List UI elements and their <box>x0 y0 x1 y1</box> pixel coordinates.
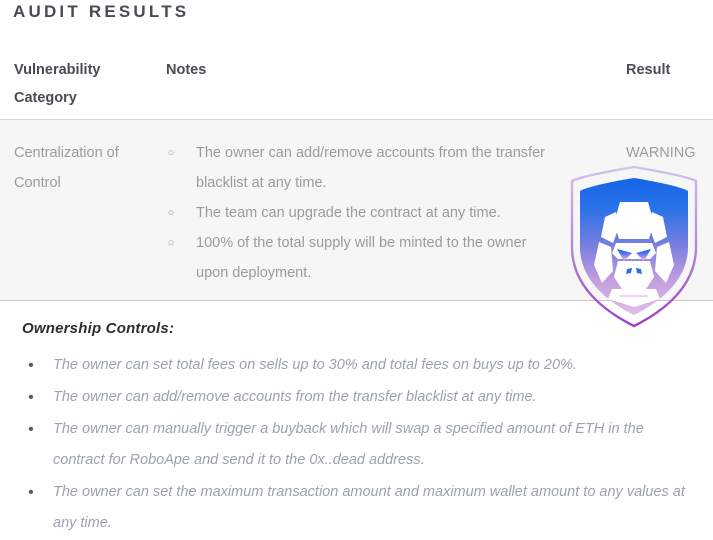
list-item-text: The owner can manually trigger a buyback… <box>53 421 644 468</box>
circle-bullet-icon: ○ <box>167 237 175 249</box>
table-header-row: Vulnerability Category Notes Result <box>0 52 713 120</box>
note-list-item: ○ The owner can add/remove accounts from… <box>160 138 560 198</box>
column-header-vulnerability-category: Vulnerability Category <box>14 62 101 106</box>
note-list-item: ○ 100% of the total supply will be minte… <box>160 228 560 288</box>
note-text: The team can upgrade the contract at any… <box>196 205 501 221</box>
list-item-text: The owner can set total fees on sells up… <box>53 357 577 373</box>
list-item: • The owner can manually trigger a buyba… <box>0 414 713 476</box>
list-item: • The owner can add/remove accounts from… <box>0 382 713 413</box>
list-item-text: The owner can add/remove accounts from t… <box>53 389 537 405</box>
ownership-controls-heading: Ownership Controls: <box>22 320 175 337</box>
circle-bullet-icon: ○ <box>167 147 175 159</box>
cell-vulnerability-category: Centralization of Control <box>14 145 119 191</box>
bullet-icon: • <box>28 389 34 406</box>
note-text: 100% of the total supply will be minted … <box>196 235 527 281</box>
note-list-item: ○ The team can upgrade the contract at a… <box>160 198 560 228</box>
note-text: The owner can add/remove accounts from t… <box>196 145 545 191</box>
cell-notes: ○ The owner can add/remove accounts from… <box>160 138 560 288</box>
list-item-text: The owner can set the maximum transactio… <box>53 484 685 531</box>
audit-results-table: Vulnerability Category Notes Result Cent… <box>0 52 713 301</box>
column-header-result: Result <box>626 62 671 78</box>
list-item: • The owner can set the maximum transact… <box>0 477 713 539</box>
column-header-notes: Notes <box>166 62 207 78</box>
ownership-controls-list: • The owner can set total fees on sells … <box>0 350 713 540</box>
circle-bullet-icon: ○ <box>167 207 175 219</box>
bullet-icon: • <box>28 484 34 501</box>
table-row: Centralization of Control ○ The owner ca… <box>0 120 713 301</box>
list-item: • The owner can set total fees on sells … <box>0 350 713 381</box>
bullet-icon: • <box>28 357 34 374</box>
page-title: AUDIT RESULTS <box>13 2 190 21</box>
bullet-icon: • <box>28 421 34 438</box>
status-badge-result: WARNING <box>626 145 696 161</box>
